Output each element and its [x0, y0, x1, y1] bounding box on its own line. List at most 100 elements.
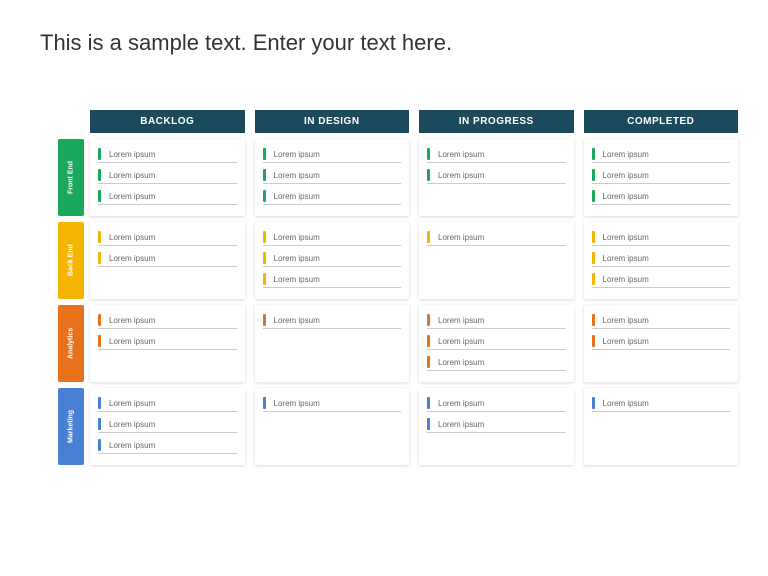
color-tick-icon	[427, 148, 430, 160]
col-header-backlog: BACKLOG	[90, 110, 245, 133]
row-label: Marketing	[58, 388, 84, 465]
card-item: Lorem ipsum	[592, 270, 731, 288]
card-item: Lorem ipsum	[427, 415, 566, 433]
board-cell: Lorem ipsumLorem ipsumLorem ipsum	[419, 305, 574, 382]
board-row: AnalyticsLorem ipsumLorem ipsumLorem ips…	[30, 305, 738, 382]
card-item-text: Lorem ipsum	[274, 399, 320, 408]
row-cells: Lorem ipsumLorem ipsumLorem ipsumLorem i…	[90, 139, 738, 216]
color-tick-icon	[427, 356, 430, 368]
board-cell: Lorem ipsum Lorem ipsum	[90, 305, 245, 382]
board-cell: Lorem ipsum Lorem ipsum	[419, 139, 574, 216]
color-tick-icon	[427, 418, 430, 430]
row-cells: Lorem ipsumLorem ipsumLorem ipsumLorem i…	[90, 388, 738, 465]
card-item: Lorem ipsum	[263, 187, 402, 205]
card-item-text: Lorem ipsum	[603, 316, 649, 325]
board-cell: Lorem ipsum	[584, 388, 739, 465]
color-tick-icon	[592, 314, 595, 326]
card-item: Lorem ipsum	[98, 166, 237, 184]
card-item-text: Lorem ipsum	[603, 192, 649, 201]
card-item: Lorem ipsum	[592, 249, 731, 267]
color-tick-icon	[427, 169, 430, 181]
color-tick-icon	[98, 148, 101, 160]
card-item-text: Lorem ipsum	[274, 275, 320, 284]
color-tick-icon	[263, 148, 266, 160]
card-item-text: Lorem ipsum	[438, 337, 484, 346]
card-item: Lorem ipsum	[427, 228, 566, 246]
card-item: Lorem ipsum	[263, 249, 402, 267]
card-item-text: Lorem ipsum	[109, 420, 155, 429]
card-item-text: Lorem ipsum	[109, 171, 155, 180]
card-item: Lorem ipsum	[427, 394, 566, 412]
card-item-text: Lorem ipsum	[274, 316, 320, 325]
card-item-text: Lorem ipsum	[603, 275, 649, 284]
card-item: Lorem ipsum	[98, 145, 237, 163]
card-item-text: Lorem ipsum	[109, 233, 155, 242]
card-item: Lorem ipsum	[427, 332, 566, 350]
row-label-wrap: Analytics	[30, 305, 90, 382]
col-header-in-progress: IN PROGRESS	[419, 110, 574, 133]
color-tick-icon	[98, 169, 101, 181]
color-tick-icon	[592, 335, 595, 347]
color-tick-icon	[98, 439, 101, 451]
card-item-text: Lorem ipsum	[603, 399, 649, 408]
color-tick-icon	[98, 314, 101, 326]
card-item: Lorem ipsum	[98, 228, 237, 246]
kanban-board: BACKLOG IN DESIGN IN PROGRESS COMPLETED …	[30, 110, 738, 556]
card-item-text: Lorem ipsum	[438, 233, 484, 242]
card-item: Lorem ipsum	[427, 166, 566, 184]
board-row: MarketingLorem ipsumLorem ipsumLorem ips…	[30, 388, 738, 465]
card-item-text: Lorem ipsum	[438, 399, 484, 408]
row-label: Analytics	[58, 305, 84, 382]
card-item-text: Lorem ipsum	[274, 192, 320, 201]
card-item: Lorem ipsum	[592, 394, 731, 412]
card-item: Lorem ipsum	[263, 166, 402, 184]
card-item: Lorem ipsum	[98, 187, 237, 205]
board-cell: Lorem ipsum Lorem ipsum Lorem ipsum	[90, 139, 245, 216]
color-tick-icon	[263, 231, 266, 243]
card-item-text: Lorem ipsum	[603, 171, 649, 180]
board-cell: Lorem ipsum	[255, 388, 410, 465]
board-cell: Lorem ipsum	[419, 222, 574, 299]
card-item-text: Lorem ipsum	[274, 150, 320, 159]
color-tick-icon	[263, 273, 266, 285]
card-item: Lorem ipsum	[592, 228, 731, 246]
column-headers: BACKLOG IN DESIGN IN PROGRESS COMPLETED	[90, 110, 738, 133]
card-item: Lorem ipsum	[427, 145, 566, 163]
card-item-text: Lorem ipsum	[438, 150, 484, 159]
card-item-text: Lorem ipsum	[603, 150, 649, 159]
color-tick-icon	[592, 252, 595, 264]
color-tick-icon	[592, 148, 595, 160]
card-item: Lorem ipsum	[427, 353, 566, 371]
card-item: Lorem ipsum	[263, 270, 402, 288]
card-item-text: Lorem ipsum	[603, 337, 649, 346]
col-header-completed: COMPLETED	[584, 110, 739, 133]
card-item: Lorem ipsum	[263, 228, 402, 246]
card-item: Lorem ipsum	[98, 311, 237, 329]
board-cell: Lorem ipsum Lorem ipsum Lorem ipsum	[584, 222, 739, 299]
col-header-in-design: IN DESIGN	[255, 110, 410, 133]
row-label-wrap: Marketing	[30, 388, 90, 465]
card-item: Lorem ipsum	[592, 145, 731, 163]
card-item: Lorem ipsum	[263, 311, 402, 329]
color-tick-icon	[98, 335, 101, 347]
color-tick-icon	[592, 190, 595, 202]
card-item: Lorem ipsum	[98, 249, 237, 267]
card-item-text: Lorem ipsum	[274, 233, 320, 242]
color-tick-icon	[263, 314, 266, 326]
card-item: Lorem ipsum	[263, 394, 402, 412]
card-item: Lorem ipsum	[98, 415, 237, 433]
board-cell: Lorem ipsum Lorem ipsum	[419, 388, 574, 465]
board-cell: Lorem ipsum Lorem ipsum Lorem ipsum	[584, 139, 739, 216]
color-tick-icon	[98, 231, 101, 243]
card-item-text: Lorem ipsum	[109, 150, 155, 159]
card-item: Lorem ipsum	[592, 332, 731, 350]
color-tick-icon	[263, 190, 266, 202]
card-item-text: Lorem ipsum	[274, 171, 320, 180]
color-tick-icon	[263, 169, 266, 181]
card-item-text: Lorem ipsum	[109, 337, 155, 346]
card-item-text: Lorem ipsum	[109, 441, 155, 450]
card-item-text: Lorem ipsum	[274, 254, 320, 263]
card-item: Lorem ipsum	[592, 311, 731, 329]
board-cell: Lorem ipsum	[255, 305, 410, 382]
color-tick-icon	[427, 314, 430, 326]
